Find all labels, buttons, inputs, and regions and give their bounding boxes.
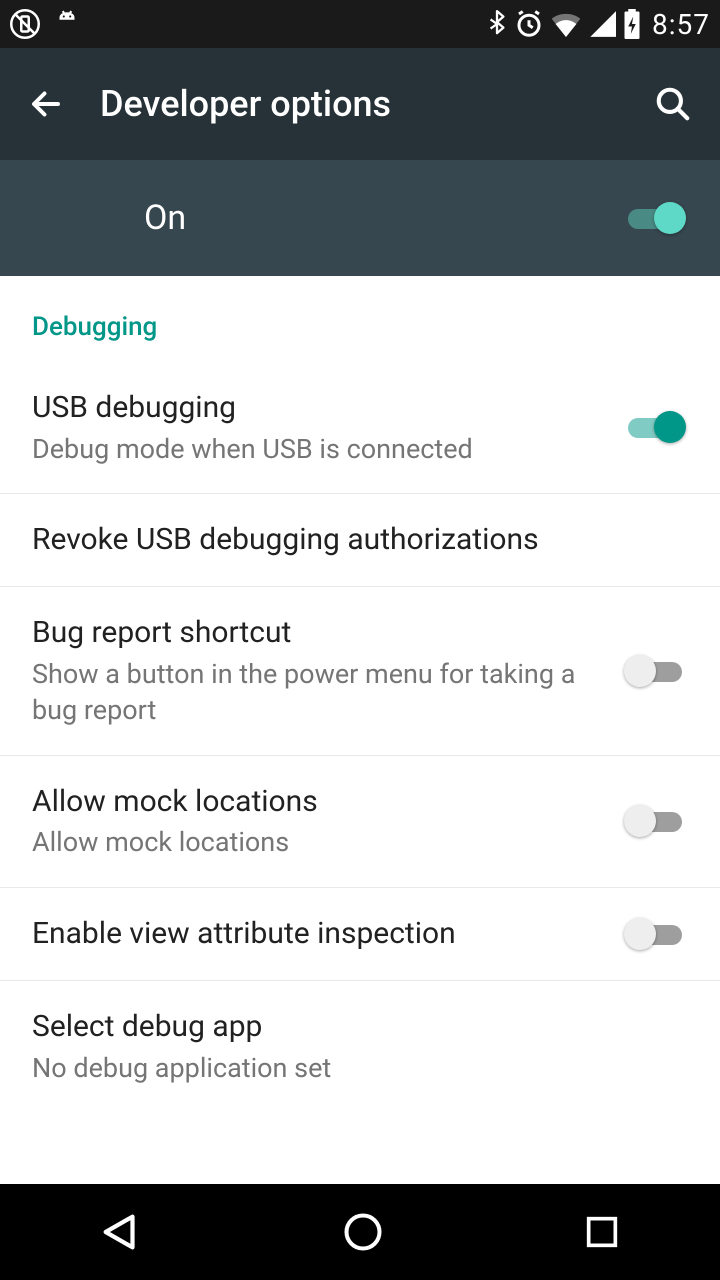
setting-title: Allow mock locations <box>32 782 604 823</box>
setting-title: Revoke USB debugging authorizations <box>32 520 666 561</box>
setting-title: USB debugging <box>32 388 604 429</box>
setting-title: Bug report shortcut <box>32 613 604 654</box>
setting-view-attr-inspection[interactable]: Enable view attribute inspection <box>0 888 720 982</box>
view-attr-switch[interactable] <box>624 914 686 954</box>
bluetooth-icon <box>486 9 508 39</box>
setting-subtitle: Debug mode when USB is connected <box>32 431 604 467</box>
setting-bug-report-shortcut[interactable]: Bug report shortcut Show a button in the… <box>0 587 720 755</box>
setting-revoke-usb-auth[interactable]: Revoke USB debugging authorizations <box>0 494 720 588</box>
nav-back-button[interactable] <box>98 1209 144 1255</box>
setting-select-debug-app[interactable]: Select debug app No debug application se… <box>0 981 720 1112</box>
status-bar: 8:57 <box>0 0 720 48</box>
master-toggle-label: On <box>144 198 624 238</box>
usb-debugging-switch[interactable] <box>624 407 686 447</box>
battery-charging-icon <box>622 9 642 39</box>
cellular-signal-icon <box>588 11 616 37</box>
back-button[interactable] <box>28 86 64 122</box>
master-toggle-switch[interactable] <box>624 198 686 238</box>
section-header-debugging: Debugging <box>0 276 720 362</box>
bug-report-switch[interactable] <box>624 651 686 691</box>
nav-home-button[interactable] <box>341 1210 385 1254</box>
setting-title: Select debug app <box>32 1007 666 1048</box>
navigation-bar <box>0 1184 720 1280</box>
app-bar: Developer options <box>0 48 720 160</box>
search-button[interactable] <box>654 85 692 123</box>
nav-recent-button[interactable] <box>582 1212 622 1252</box>
page-title: Developer options <box>100 83 618 125</box>
settings-list: Debugging USB debugging Debug mode when … <box>0 276 720 1184</box>
setting-title: Enable view attribute inspection <box>32 914 604 955</box>
master-toggle-row[interactable]: On <box>0 160 720 276</box>
setting-allow-mock-locations[interactable]: Allow mock locations Allow mock location… <box>0 756 720 888</box>
alarm-icon <box>514 9 544 39</box>
setting-subtitle: No debug application set <box>32 1050 666 1086</box>
no-sim-icon <box>10 9 40 39</box>
wifi-icon <box>550 11 582 37</box>
setting-subtitle: Show a button in the power menu for taki… <box>32 656 604 729</box>
mock-locations-switch[interactable] <box>624 801 686 841</box>
android-debug-icon <box>54 9 80 39</box>
setting-usb-debugging[interactable]: USB debugging Debug mode when USB is con… <box>0 362 720 494</box>
setting-subtitle: Allow mock locations <box>32 824 604 860</box>
status-time: 8:57 <box>652 8 710 41</box>
